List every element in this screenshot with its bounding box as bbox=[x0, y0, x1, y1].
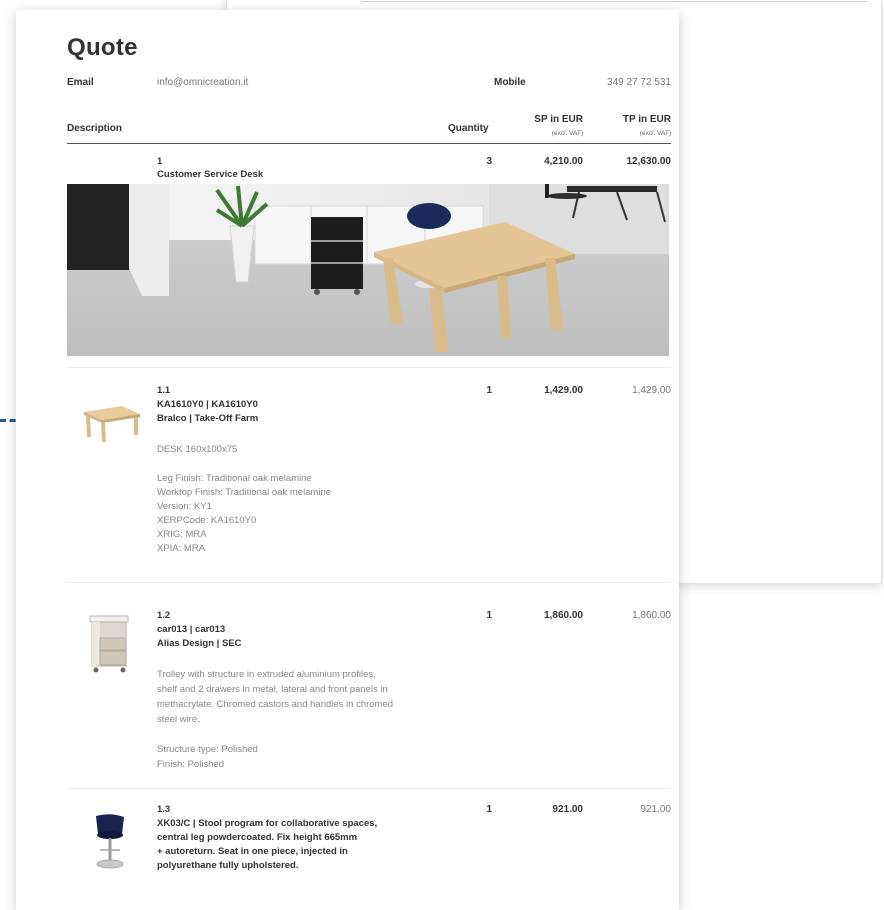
item-spec: XRIG: MRA bbox=[157, 529, 207, 540]
page-title: Quote bbox=[67, 34, 138, 61]
item-code: + autoreturn. Seat in one piece, injecte… bbox=[157, 846, 348, 857]
item-tp: 1,860.00 bbox=[632, 610, 671, 621]
column-sp: SP in EUR bbox=[534, 114, 583, 125]
stool-thumbnail-icon bbox=[90, 814, 130, 877]
email-label: Email bbox=[67, 77, 94, 88]
item-spec: XPIA: MRA bbox=[157, 543, 206, 554]
desk-thumbnail-icon bbox=[82, 404, 142, 447]
section-divider bbox=[67, 788, 671, 789]
item-spec: Version: KY1 bbox=[157, 501, 212, 512]
background-page-rule bbox=[361, 1, 867, 2]
column-quantity: Quantity bbox=[448, 123, 489, 134]
item-name: DESK 160x100x75 bbox=[157, 444, 238, 455]
item-tp: 921.00 bbox=[640, 804, 671, 815]
item-number: 1.1 bbox=[157, 385, 171, 396]
trolley-thumbnail-icon bbox=[88, 614, 130, 679]
item-brand: Alias Design | SEC bbox=[157, 638, 242, 649]
column-tp-subtitle: (excl. VAT) bbox=[639, 130, 671, 137]
item-spec: Leg Finish: Traditional oak melamine bbox=[157, 473, 312, 484]
item-spec: XERPCode: KA1610Y0 bbox=[157, 515, 257, 526]
group-quantity: 3 bbox=[486, 156, 492, 167]
item-sp: 1,860.00 bbox=[544, 610, 583, 621]
quote-document: Quote Email info@omnicreation.it Mobile … bbox=[16, 10, 679, 910]
mobile-value[interactable]: 349 27 72 531 bbox=[607, 77, 671, 88]
group-sp: 4,210.00 bbox=[544, 156, 583, 167]
group-number: 1 bbox=[157, 156, 163, 167]
item-sp: 1,429.00 bbox=[544, 385, 583, 396]
column-sp-subtitle: (excl. VAT) bbox=[551, 130, 583, 137]
item-description: Trolley with structure in extruded alumi… bbox=[157, 669, 376, 680]
item-description: shelf and 2 drawers in metal, lateral an… bbox=[157, 684, 388, 695]
header-divider bbox=[67, 143, 671, 144]
item-description: methacrylate. Chromed castors and handle… bbox=[157, 699, 394, 710]
item-code: car013 | car013 bbox=[157, 624, 226, 635]
item-quantity: 1 bbox=[486, 804, 492, 815]
item-number: 1.3 bbox=[157, 804, 171, 815]
item-description: steel wire. bbox=[157, 714, 200, 725]
item-code: polyurethane fully upholstered. bbox=[157, 860, 299, 871]
item-quantity: 1 bbox=[486, 610, 492, 621]
column-tp: TP in EUR bbox=[622, 114, 671, 125]
item-code: central leg powdercoated. Fix height 665… bbox=[157, 832, 358, 843]
column-description: Description bbox=[67, 123, 123, 134]
item-spec: Finish: Polished bbox=[157, 759, 225, 770]
render-image bbox=[67, 184, 669, 356]
item-sp: 921.00 bbox=[552, 804, 583, 815]
email-value[interactable]: info@omnicreation.it bbox=[157, 77, 248, 88]
render-image-svg bbox=[67, 184, 669, 356]
item-code: KA1610Y0 | KA1610Y0 bbox=[157, 399, 258, 410]
item-spec: Structure type: Polished bbox=[157, 744, 258, 755]
item-quantity: 1 bbox=[486, 385, 492, 396]
section-divider bbox=[67, 367, 671, 368]
mobile-label: Mobile bbox=[494, 77, 526, 88]
item-spec: Worktop Finish: Traditional oak melamine bbox=[157, 487, 332, 498]
item-code: XK03/C | Stool program for collaborative… bbox=[157, 818, 378, 829]
group-name: Customer Service Desk bbox=[157, 169, 264, 180]
item-brand: Bralco | Take-Off Farm bbox=[157, 413, 259, 424]
item-tp: 1,429.00 bbox=[632, 385, 671, 396]
item-number: 1.2 bbox=[157, 610, 171, 621]
group-tp: 12,630.00 bbox=[626, 156, 672, 167]
section-divider bbox=[67, 582, 671, 583]
